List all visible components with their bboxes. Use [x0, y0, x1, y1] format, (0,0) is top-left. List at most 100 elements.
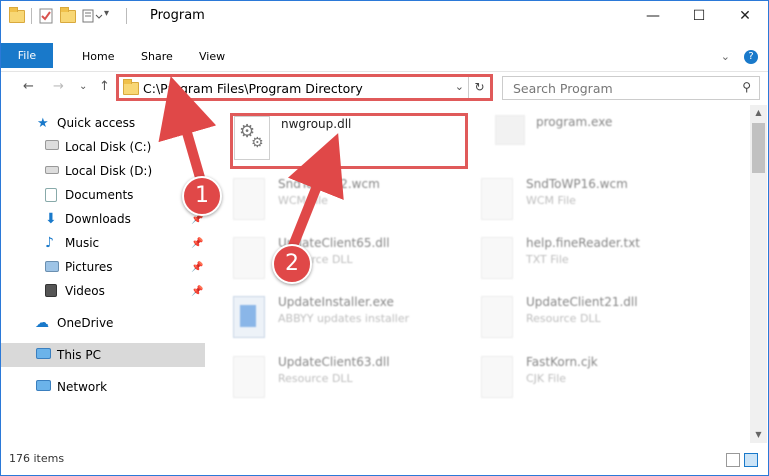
videos-icon: [45, 284, 57, 297]
close-button[interactable]: ✕: [722, 1, 768, 31]
file-name: UpdateInstaller.exe: [278, 295, 394, 309]
pin-icon[interactable]: 📌: [191, 238, 203, 249]
nav-item-local-disk-d[interactable]: Local Disk (D:): [1, 159, 205, 183]
computer-icon: [36, 348, 51, 359]
file-item[interactable]: UpdateClient21.dll Resource DLL: [454, 289, 714, 349]
refresh-icon[interactable]: ↻: [468, 77, 490, 98]
file-item[interactable]: SndToWP12.wcm WCM File: [206, 171, 466, 231]
file-name: nwgroup.dll: [281, 117, 352, 131]
back-icon[interactable]: ←: [23, 79, 34, 94]
text-file-icon: [481, 237, 513, 279]
file-item[interactable]: UpdateClient63.dll Resource DLL: [206, 349, 466, 409]
pin-icon[interactable]: 📌: [191, 286, 203, 297]
dll-file-icon: [481, 296, 513, 338]
folder-icon: [123, 79, 139, 95]
file-name: FastKorn.cjk: [526, 355, 598, 369]
details-view-icon[interactable]: [726, 453, 740, 467]
view-buttons: [726, 453, 758, 467]
navigation-pane: ★ Quick access Local Disk (C:) Local Dis…: [1, 105, 205, 443]
tab-file[interactable]: File: [1, 43, 53, 68]
network-icon: [36, 380, 51, 391]
nav-label: Network: [57, 380, 108, 394]
nav-label: OneDrive: [57, 316, 114, 330]
vertical-scrollbar[interactable]: ▲ ▼: [750, 105, 767, 443]
separator: [126, 8, 127, 24]
properties-icon[interactable]: [38, 8, 54, 24]
file-type: WCM File: [278, 194, 328, 207]
step-1-badge: 1: [182, 176, 222, 216]
file-item-nwgroup[interactable]: ⚙ ⚙ nwgroup.dll: [206, 111, 466, 171]
star-icon: ★: [37, 115, 49, 131]
nav-label: Videos: [65, 284, 105, 298]
recent-locations-icon[interactable]: ⌄: [79, 81, 87, 92]
up-icon[interactable]: ↑: [99, 79, 110, 94]
exe-file-icon: [495, 115, 525, 145]
maximize-button[interactable]: ☐: [676, 1, 722, 31]
title-bar: ▾ Program — ☐ ✕: [1, 1, 768, 31]
file-name: UpdateClient63.dll: [278, 355, 390, 369]
new-folder-icon[interactable]: [60, 6, 76, 23]
expand-ribbon-icon[interactable]: ⌄: [721, 50, 730, 64]
scroll-up-icon[interactable]: ▲: [750, 105, 767, 121]
tab-share[interactable]: Share: [141, 45, 173, 69]
quick-access-toolbar: ▾: [9, 6, 127, 24]
drive-icon: [45, 140, 59, 150]
file-item-program-exe[interactable]: program.exe: [471, 109, 731, 169]
nav-label: Downloads: [65, 212, 131, 226]
file-item[interactable]: FastKorn.cjk CJK File: [454, 349, 714, 409]
nav-item-pictures[interactable]: Pictures 📌: [1, 255, 205, 279]
music-icon: ♪: [45, 235, 54, 251]
dropdown-icon[interactable]: ▾: [104, 8, 120, 24]
tab-view[interactable]: View: [199, 45, 225, 69]
help-icon[interactable]: ?: [744, 50, 758, 64]
nav-label: Quick access: [57, 116, 136, 130]
minimize-button[interactable]: —: [630, 1, 676, 31]
file-item[interactable]: UpdateInstaller.exe ABBYY updates instal…: [206, 289, 466, 349]
file-item[interactable]: UpdateClient65.dll Resource DLL: [206, 230, 466, 290]
download-icon: ⬇: [45, 211, 57, 227]
ribbon-controls: ⌄ ?: [721, 50, 758, 64]
customize-icon[interactable]: [82, 8, 103, 24]
cloud-icon: ☁: [35, 315, 49, 331]
ribbon-tabs: File Home Share View ⌄ ?: [1, 43, 768, 69]
documents-icon: [45, 188, 57, 202]
file-icon: [481, 356, 513, 398]
file-name: SndToWP12.wcm: [278, 177, 380, 191]
nav-item-this-pc[interactable]: This PC: [1, 343, 205, 367]
tab-home[interactable]: Home: [82, 45, 114, 69]
forward-icon[interactable]: →: [53, 79, 64, 94]
nav-item-documents[interactable]: Documents 📌: [1, 183, 205, 207]
file-type: CJK File: [526, 372, 567, 385]
address-path[interactable]: C:\Program Files\Program Directory: [143, 81, 363, 96]
nav-label: Local Disk (C:): [65, 140, 152, 154]
scroll-down-icon[interactable]: ▼: [750, 427, 767, 443]
file-type: Resource DLL: [526, 312, 601, 325]
explorer-window: ▾ Program — ☐ ✕ File Home Share View ⌄ ?…: [0, 0, 769, 476]
nav-item-local-disk-c[interactable]: Local Disk (C:): [1, 135, 205, 159]
search-input[interactable]: Search Program ⚲: [502, 76, 760, 100]
address-bar[interactable]: C:\Program Files\Program Directory ⌄ ↻: [116, 74, 493, 101]
file-item[interactable]: SndToWP16.wcm WCM File: [454, 171, 714, 231]
nav-item-onedrive[interactable]: ☁ OneDrive: [1, 311, 205, 335]
nav-quick-access[interactable]: ★ Quick access: [1, 111, 205, 135]
file-item[interactable]: help.fineReader.txt TXT File: [454, 230, 714, 290]
file-type: WCM File: [526, 194, 576, 207]
window-title: Program: [150, 8, 205, 23]
nav-item-music[interactable]: ♪ Music 📌: [1, 231, 205, 255]
search-placeholder: Search Program: [513, 81, 613, 96]
dll-file-icon: [233, 237, 265, 279]
nav-item-downloads[interactable]: ⬇ Downloads 📌: [1, 207, 205, 231]
file-icon: [481, 178, 513, 220]
search-icon: ⚲: [742, 80, 751, 94]
address-dropdown-icon[interactable]: ⌄: [455, 80, 464, 93]
tiles-view-icon[interactable]: [744, 453, 758, 467]
drive-icon: [45, 166, 59, 174]
file-name: SndToWP16.wcm: [526, 177, 628, 191]
scrollbar-thumb[interactable]: [752, 123, 765, 173]
gear-icon: ⚙: [251, 135, 264, 151]
nav-item-videos[interactable]: Videos 📌: [1, 279, 205, 303]
step-2-badge: 2: [272, 244, 312, 284]
pin-icon[interactable]: 📌: [191, 262, 203, 273]
nav-item-network[interactable]: Network: [1, 375, 205, 399]
item-count: 176 items: [9, 452, 65, 465]
